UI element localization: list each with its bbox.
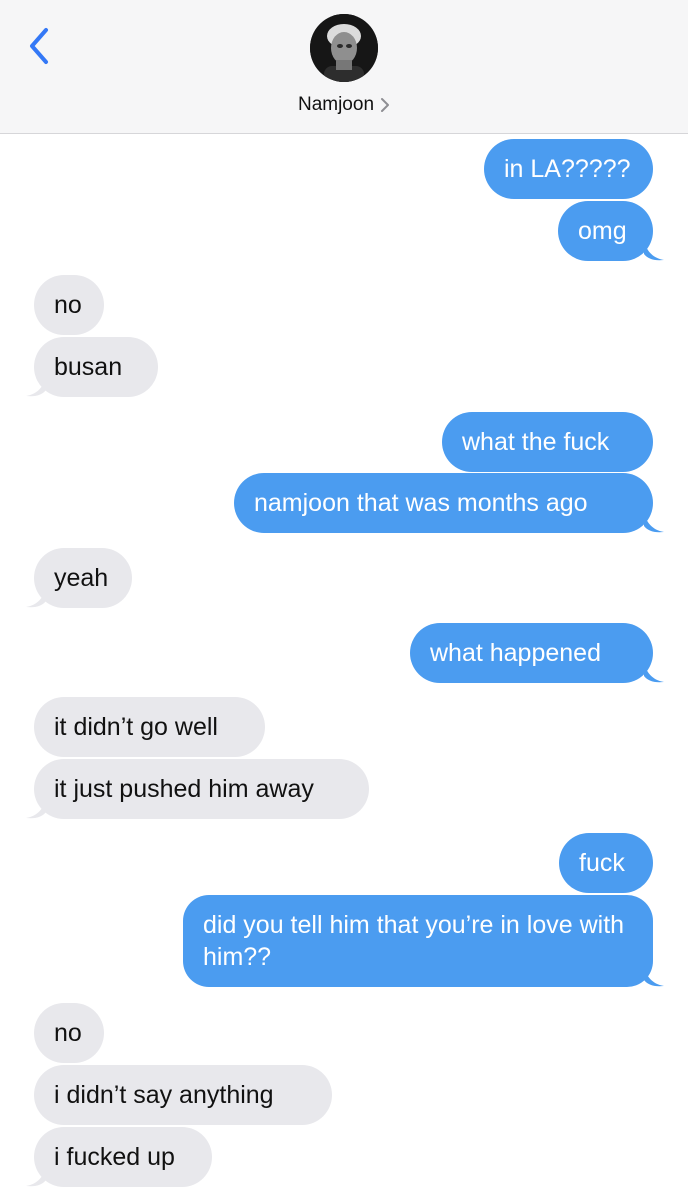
received-message[interactable]: i fucked up <box>34 1127 212 1187</box>
bubble-tail <box>644 966 664 987</box>
received-message[interactable]: it just pushed him away <box>34 759 369 819</box>
conversation-header: Namjoon <box>0 0 688 134</box>
contact-name-button[interactable]: Namjoon <box>0 92 688 118</box>
received-message[interactable]: busan <box>34 337 158 397</box>
received-message[interactable]: yeah <box>34 548 132 608</box>
back-button[interactable] <box>22 24 58 68</box>
chevron-right-icon <box>380 97 390 113</box>
bubble-tail <box>644 512 664 533</box>
sent-message[interactable]: what the fuck <box>442 412 653 472</box>
sent-message[interactable]: fuck <box>559 833 653 893</box>
sent-message[interactable]: what happened <box>410 623 653 683</box>
bubble-tail <box>644 662 664 683</box>
avatar[interactable] <box>310 14 378 82</box>
received-message[interactable]: it didn’t go well <box>34 697 265 757</box>
received-message[interactable]: i didn’t say anything <box>34 1065 332 1125</box>
bubble-tail <box>644 240 664 261</box>
bubble-tail <box>26 798 46 819</box>
sent-message[interactable]: namjoon that was months ago <box>234 473 653 533</box>
sent-message[interactable]: omg <box>558 201 653 261</box>
bubble-tail <box>26 587 46 608</box>
received-message[interactable]: no <box>34 1003 104 1063</box>
bubble-tail <box>26 1166 46 1187</box>
bubble-tail <box>26 376 46 397</box>
contact-photo <box>310 14 378 82</box>
sent-message[interactable]: did you tell him that you’re in love wit… <box>183 895 653 987</box>
contact-name: Namjoon <box>297 94 375 115</box>
sent-message[interactable]: in LA????? <box>484 139 653 199</box>
chevron-left-icon <box>30 28 48 64</box>
received-message[interactable]: no <box>34 275 104 335</box>
